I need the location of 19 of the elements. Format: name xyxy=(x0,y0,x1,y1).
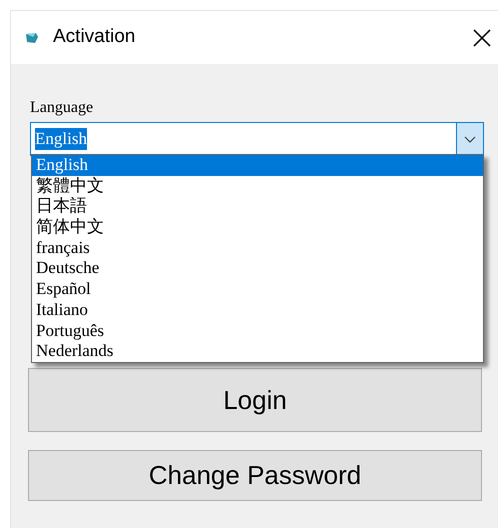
dropdown-option[interactable]: Nederlands xyxy=(32,341,483,362)
dropdown-option[interactable]: 繁體中文 xyxy=(32,176,483,196)
dropdown-option[interactable]: Italiano xyxy=(32,300,483,320)
login-button[interactable]: Login xyxy=(28,368,482,432)
close-icon xyxy=(473,28,491,46)
chevron-down-icon xyxy=(464,136,476,142)
window-title: Activation xyxy=(53,25,136,50)
field-label: Language xyxy=(30,98,94,118)
dropdown-option[interactable]: English xyxy=(32,155,483,176)
dropdown-option[interactable]: Deutsche xyxy=(32,258,483,280)
dropdown-option[interactable]: 简体中文 xyxy=(32,217,483,238)
change-password-button[interactable]: Change Password xyxy=(28,450,482,501)
dropdown-option[interactable]: 日本語 xyxy=(32,196,483,218)
app-icon xyxy=(25,32,39,44)
dropdown-option[interactable]: Português xyxy=(32,320,483,342)
dropdown-option[interactable]: Español xyxy=(32,279,483,300)
dropdown-option[interactable]: français xyxy=(32,238,483,258)
dropdown-value: English xyxy=(35,128,87,150)
language-dropdown[interactable]: English xyxy=(30,122,484,156)
